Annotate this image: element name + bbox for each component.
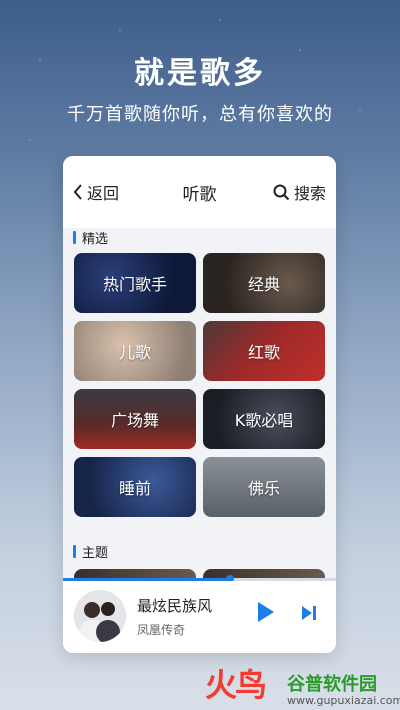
section-themes-header: 主题 [73, 542, 108, 561]
category-label: 红歌 [247, 343, 280, 362]
category-label: 经典 [247, 275, 280, 294]
category-label: 热门歌手 [102, 275, 167, 294]
site-watermark: 火鸟 谷普软件园 www.gupuxiazai.com [205, 660, 400, 710]
section-featured-header: 精选 [73, 228, 108, 247]
back-label: 返回 [87, 184, 120, 203]
section-marker [73, 231, 76, 244]
chevron-left-icon [73, 184, 82, 200]
category-tile[interactable]: 经典 [203, 253, 325, 313]
section-themes-title: 主题 [82, 546, 109, 561]
category-label: 佛乐 [247, 479, 280, 498]
watermark-name: 谷普软件园 [287, 674, 377, 695]
category-label: 睡前 [118, 479, 151, 498]
song-title: 最炫民族风 [137, 597, 213, 615]
hero-subtitle: 千万首歌随你听，总有你喜欢的 [67, 104, 333, 125]
phone-screen: 返回 听歌 搜索 精选 热门歌手 经典 儿歌 红歌 广场舞 K歌必唱 睡前 佛乐… [63, 156, 336, 653]
watermark-url: www.gupuxiazai.com [287, 694, 400, 707]
category-tile[interactable]: 佛乐 [203, 457, 325, 517]
artist-name: 凤凰传奇 [137, 623, 186, 637]
top-bar: 返回 听歌 搜索 [63, 156, 336, 228]
next-button[interactable] [301, 605, 317, 625]
mini-player[interactable]: 最炫民族风 凤凰传奇 [63, 581, 336, 653]
category-tile[interactable]: 广场舞 [74, 389, 196, 449]
skip-next-icon [302, 606, 316, 620]
play-button[interactable] [256, 600, 276, 628]
watermark-logo: 火鸟 [205, 666, 267, 704]
section-featured-title: 精选 [82, 232, 109, 247]
search-icon [273, 184, 290, 200]
hero-title: 就是歌多 [134, 56, 266, 91]
play-icon [258, 602, 274, 622]
category-label: 广场舞 [110, 411, 159, 430]
category-tile[interactable]: 热门歌手 [74, 253, 196, 313]
category-label: K歌必唱 [234, 411, 294, 430]
album-art [74, 590, 126, 642]
section-marker [73, 545, 76, 558]
category-tile[interactable]: K歌必唱 [203, 389, 325, 449]
category-label: 儿歌 [118, 343, 151, 362]
category-tile[interactable]: 睡前 [74, 457, 196, 517]
category-tile[interactable]: 红歌 [203, 321, 325, 381]
search-label: 搜索 [293, 184, 326, 203]
back-button[interactable]: 返回 [73, 180, 119, 204]
category-tile[interactable]: 儿歌 [74, 321, 196, 381]
search-button[interactable]: 搜索 [273, 180, 326, 204]
